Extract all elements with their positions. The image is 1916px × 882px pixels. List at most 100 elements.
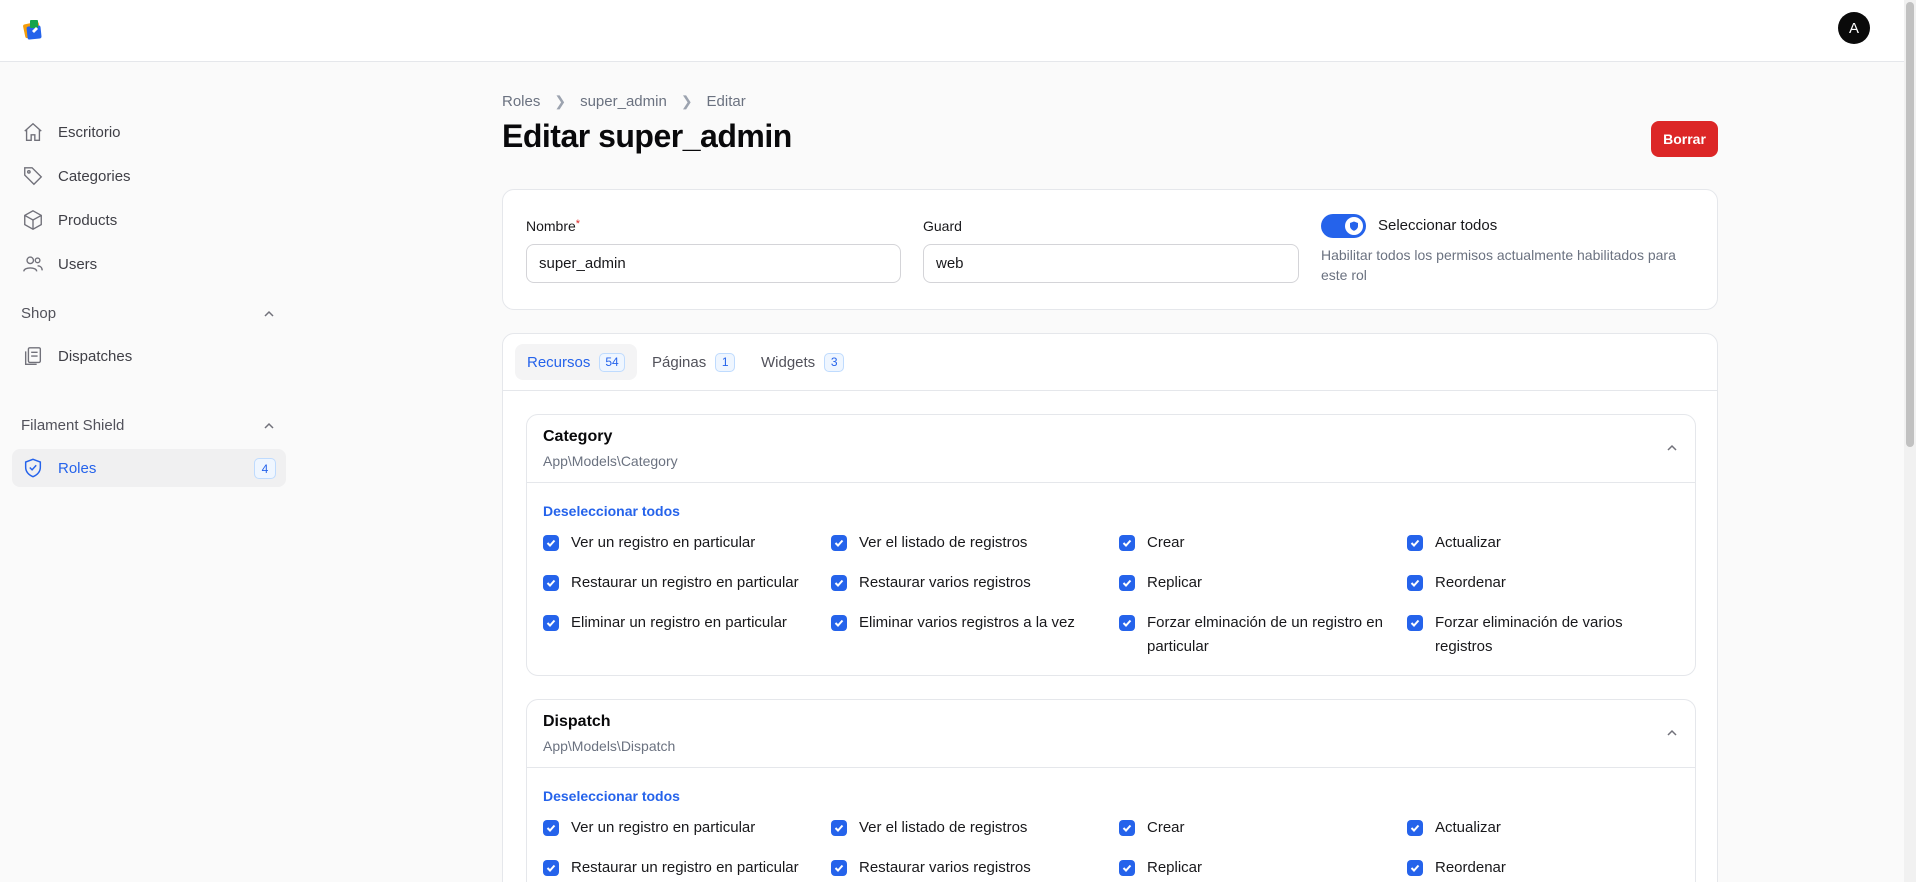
- permission-label: Forzar elminación de un registro en part…: [1147, 614, 1383, 655]
- name-input[interactable]: [526, 244, 901, 283]
- deselect-all-link[interactable]: Deseleccionar todos: [543, 788, 680, 804]
- tab-label: Widgets: [761, 353, 816, 371]
- checkbox-checked[interactable]: [1407, 860, 1423, 876]
- permission-checkbox[interactable]: Forzar elminación de un registro en part…: [1119, 611, 1389, 659]
- checkbox-checked[interactable]: [1407, 535, 1423, 551]
- permission-checkbox[interactable]: Replicar: [1119, 571, 1202, 595]
- chevron-up-icon[interactable]: [262, 307, 276, 321]
- check-icon: [1410, 619, 1420, 627]
- checkbox-checked[interactable]: [831, 860, 847, 876]
- checkbox-checked[interactable]: [543, 615, 559, 631]
- checkbox-checked[interactable]: [543, 575, 559, 591]
- sidebar-item-users[interactable]: Users: [12, 245, 286, 283]
- sidebar-item-dispatches[interactable]: Dispatches: [12, 337, 286, 375]
- tab-count-badge: 54: [599, 352, 625, 372]
- check-icon: [834, 579, 844, 587]
- tab-recursos[interactable]: Recursos 54: [515, 344, 637, 380]
- permission-checkbox[interactable]: Ver un registro en particular: [543, 816, 755, 840]
- sidebar-item-escritorio[interactable]: Escritorio: [12, 113, 286, 151]
- check-icon: [546, 824, 556, 832]
- permission-label: Actualizar: [1435, 534, 1501, 551]
- clipboard-icon: [24, 347, 42, 365]
- permission-checkbox[interactable]: Forzar eliminación de varios registros: [1407, 611, 1677, 659]
- sidebar-group-shop[interactable]: Shop: [21, 305, 286, 322]
- check-icon: [1410, 579, 1420, 587]
- checkbox-checked[interactable]: [1119, 535, 1135, 551]
- permission-label: Eliminar un registro en particular: [571, 614, 787, 631]
- checkbox-checked[interactable]: [1407, 615, 1423, 631]
- section-model: App\Models\Category: [543, 453, 678, 469]
- permission-checkbox[interactable]: Reordenar: [1407, 571, 1506, 595]
- page-scrollbar[interactable]: [1904, 0, 1916, 882]
- permission-checkbox[interactable]: Crear: [1119, 531, 1185, 555]
- permission-checkbox[interactable]: Replicar: [1119, 856, 1202, 880]
- chevron-up-icon[interactable]: [1665, 441, 1679, 455]
- permission-checkbox[interactable]: Eliminar varios registros a la vez: [831, 611, 1101, 635]
- topbar: A: [0, 0, 1904, 62]
- tab-divider: [503, 390, 1717, 391]
- permission-checkbox[interactable]: Ver el listado de registros: [831, 531, 1027, 555]
- tab-label: Páginas: [652, 353, 707, 371]
- checkbox-checked[interactable]: [1119, 615, 1135, 631]
- app-logo-icon[interactable]: [21, 17, 47, 43]
- guard-label: Guard: [923, 218, 962, 234]
- check-icon: [546, 864, 556, 872]
- checkbox-checked[interactable]: [1407, 575, 1423, 591]
- section-header[interactable]: Category App\Models\Category: [527, 415, 1695, 483]
- checkbox-checked[interactable]: [1119, 575, 1135, 591]
- role-form-card: Nombre* Guard Seleccionar todos Habilita…: [502, 189, 1718, 310]
- section-title: Dispatch: [543, 713, 611, 730]
- select-all-toggle[interactable]: [1321, 214, 1366, 238]
- sidebar-group-filament-shield[interactable]: Filament Shield: [21, 417, 286, 434]
- checkbox-checked[interactable]: [831, 535, 847, 551]
- checkbox-checked[interactable]: [543, 820, 559, 836]
- permission-checkbox[interactable]: Reordenar: [1407, 856, 1506, 880]
- checkbox-checked[interactable]: [831, 615, 847, 631]
- tab-paginas[interactable]: Páginas 1: [640, 344, 747, 380]
- check-icon: [1410, 539, 1420, 547]
- check-icon: [834, 539, 844, 547]
- breadcrumb-roles[interactable]: Roles: [502, 93, 540, 110]
- sidebar-item-products[interactable]: Products: [12, 201, 286, 239]
- check-icon: [546, 539, 556, 547]
- name-label-text: Nombre: [526, 218, 576, 234]
- scrollbar-thumb[interactable]: [1906, 2, 1914, 447]
- permission-checkbox[interactable]: Restaurar varios registros: [831, 856, 1031, 880]
- permission-checkbox[interactable]: Restaurar un registro en particular: [543, 856, 799, 880]
- permission-checkbox[interactable]: Actualizar: [1407, 816, 1501, 840]
- permission-label: Reordenar: [1435, 574, 1506, 591]
- check-icon: [1122, 619, 1132, 627]
- permission-checkbox[interactable]: Restaurar un registro en particular: [543, 571, 799, 595]
- deselect-all-link[interactable]: Deseleccionar todos: [543, 503, 680, 519]
- checkbox-checked[interactable]: [543, 860, 559, 876]
- permissions-card: Recursos 54 Páginas 1 Widgets 3 Category…: [502, 333, 1718, 882]
- user-avatar[interactable]: A: [1838, 12, 1870, 44]
- sidebar-item-categories[interactable]: Categories: [12, 157, 286, 195]
- permission-checkbox[interactable]: Restaurar varios registros: [831, 571, 1031, 595]
- permission-checkbox[interactable]: Actualizar: [1407, 531, 1501, 555]
- delete-button[interactable]: Borrar: [1651, 121, 1718, 157]
- checkbox-checked[interactable]: [1119, 860, 1135, 876]
- guard-input[interactable]: [923, 244, 1299, 283]
- page-title: Editar super_admin: [502, 118, 792, 154]
- count-badge: 4: [254, 458, 276, 479]
- permission-checkbox[interactable]: Ver el listado de registros: [831, 816, 1027, 840]
- permission-label: Crear: [1147, 819, 1185, 836]
- checkbox-checked[interactable]: [831, 820, 847, 836]
- breadcrumb-record[interactable]: super_admin: [580, 93, 667, 110]
- checkbox-checked[interactable]: [1119, 820, 1135, 836]
- sidebar: Escritorio Categories Products Users Sho…: [0, 62, 296, 882]
- tab-widgets[interactable]: Widgets 3: [749, 344, 856, 380]
- permission-label: Ver un registro en particular: [571, 819, 756, 836]
- checkbox-checked[interactable]: [1407, 820, 1423, 836]
- section-header[interactable]: Dispatch App\Models\Dispatch: [527, 700, 1695, 768]
- check-icon: [834, 864, 844, 872]
- chevron-up-icon[interactable]: [262, 419, 276, 433]
- sidebar-item-roles[interactable]: Roles 4: [12, 449, 286, 487]
- chevron-up-icon[interactable]: [1665, 726, 1679, 740]
- checkbox-checked[interactable]: [543, 535, 559, 551]
- permission-checkbox[interactable]: Ver un registro en particular: [543, 531, 755, 555]
- checkbox-checked[interactable]: [831, 575, 847, 591]
- permission-checkbox[interactable]: Crear: [1119, 816, 1185, 840]
- permission-checkbox[interactable]: Eliminar un registro en particular: [543, 611, 813, 635]
